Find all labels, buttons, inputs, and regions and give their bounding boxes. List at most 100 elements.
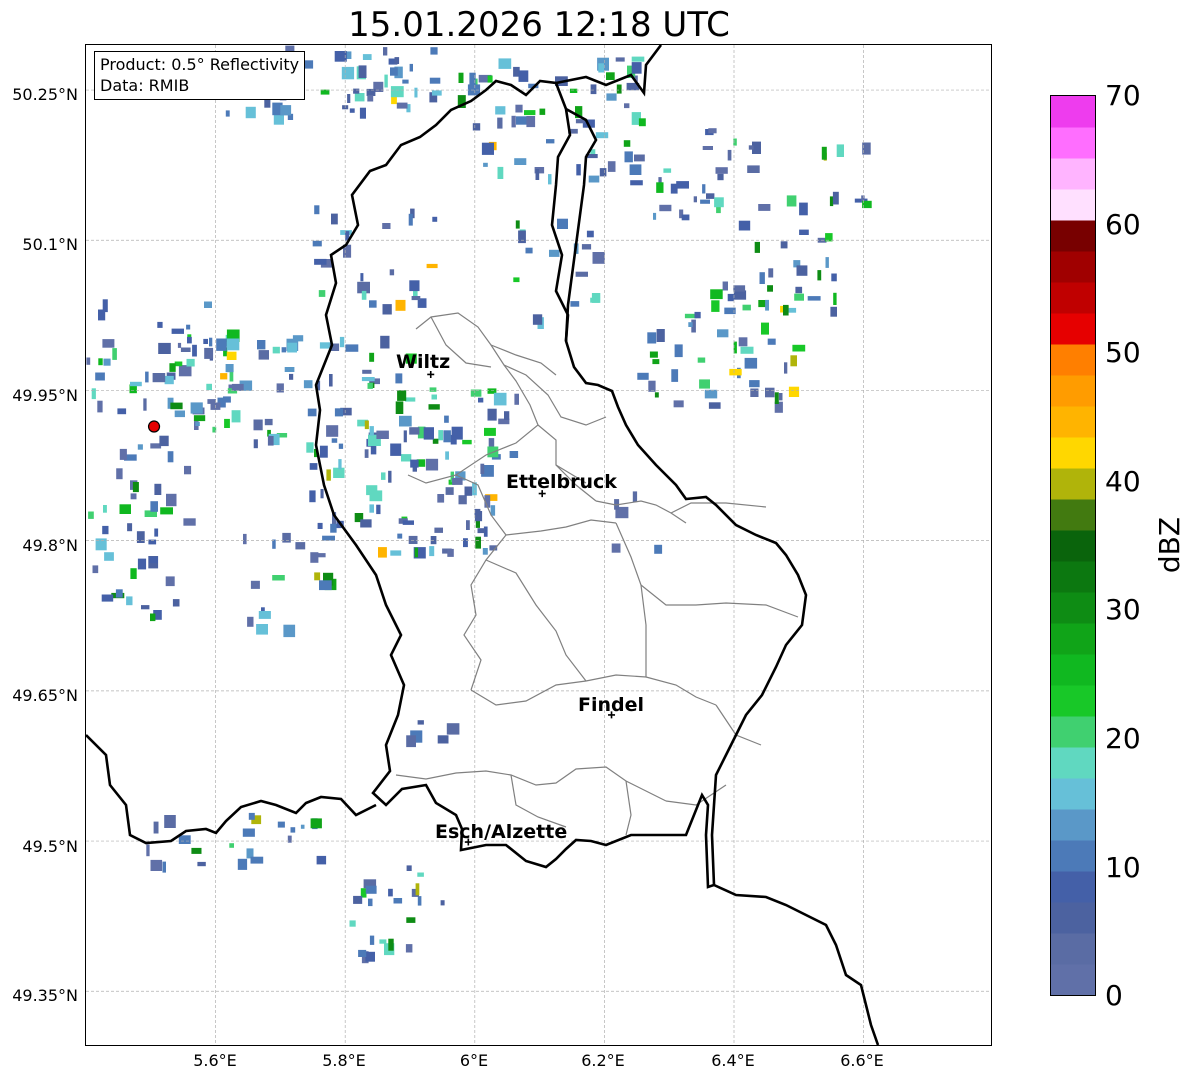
radar-echo-cell [318,290,326,297]
radar-echo-cell [482,548,488,555]
radar-echo-cell [606,93,617,101]
radar-echo-cell [616,84,622,94]
radar-echo-cell [250,580,260,589]
radar-echo-cell [224,418,230,428]
radar-echo-cell [526,116,536,128]
radar-echo-cell [697,357,706,363]
radar-echo-cell [227,338,240,351]
radar-echo-cell [569,88,578,93]
product-info-box: Product: 0.5° Reflectivity Data: RMIB [94,51,306,100]
radar-echo-cell [364,449,369,458]
lon-tick-label: 6°E [459,1051,489,1070]
radar-echo-cell [98,309,106,321]
radar-echo-cell [634,154,645,162]
radar-echo-cell [409,280,420,292]
radar-echo-cell [780,241,788,249]
radar-echo-cell [383,47,388,56]
radar-echo-cell [379,939,387,944]
radar-echo-cell [395,299,406,311]
radar-echo-cell [247,616,254,627]
lon-tick-label: 6.6°E [840,1051,884,1070]
radar-echo-cell [97,400,103,413]
radar-echo-cell [656,329,665,342]
colorbar-tick-label: 40 [1105,465,1141,498]
radar-echo-cell [162,861,166,873]
radar-echo-cell [788,386,800,397]
canton-borders [395,312,799,836]
radar-echo-cell [431,394,437,400]
radar-echo-cell [119,504,131,514]
radar-echo-cell [432,216,438,222]
radar-echo-cell [319,580,332,591]
radar-echo-cell [513,277,520,283]
radar-echo-cell [174,361,183,367]
radar-echo-cell [331,438,338,443]
radar-echo-cell [178,835,191,844]
radar-echo-cell [184,465,192,475]
radar-echo-cell [702,184,706,194]
radar-echo-cell [759,272,765,284]
radar-echo-cell [192,344,197,357]
radar-echo-cell [119,448,127,460]
radar-echo-cell [258,350,269,360]
radar-echo-cell [694,311,701,319]
radar-echo-cell [160,507,173,515]
radar-echo-cell [376,504,381,515]
radar-echo-cell [575,271,588,277]
radar-echo-cell [415,883,420,896]
colorbar-tick-label: 20 [1105,722,1141,755]
radar-echo-cell [281,347,287,353]
radar-echo-cell [307,408,317,417]
canton-border-line [665,784,727,806]
radar-echo-cell [408,535,418,544]
colorbar-bin [1051,685,1095,717]
radar-echo-cell [112,348,117,360]
radar-echo-cell [341,66,355,80]
radar-echo-cell [829,196,834,207]
radar-echo-cell [790,355,797,367]
radar-echo-cell [86,357,91,365]
radar-echo-cell [693,196,697,203]
radar-echo-cell [410,459,419,468]
radar-echo-cell [514,158,527,165]
radar-echo-cell [432,90,442,96]
radar-echo-cell [382,304,392,315]
radar-echo-cell [688,322,693,327]
radar-echo-cell [629,164,642,175]
radar-echo-cell [272,346,280,354]
colorbar-bin [1051,406,1095,438]
radar-echo-cell [676,181,689,189]
lat-tick-label: 49.8°N [22,536,78,555]
radar-echo-cell [333,467,345,478]
radar-echo-cell [276,383,284,393]
radar-echo-cell [437,735,449,744]
radar-echo-cell [157,321,163,328]
radar-echo-cell [152,373,166,383]
canton-border-line [485,559,587,682]
radar-echo-cell [132,482,139,493]
lon-tick-label: 5.8°E [322,1051,366,1070]
radar-echo-cell [794,293,804,301]
lon-tick-label: 6.4°E [711,1051,755,1070]
radar-echo-cell [463,538,468,548]
radar-echo-cell [653,212,657,220]
radar-echo-cell [303,380,313,389]
radar-echo-cell [102,339,115,348]
radar-echo-cell [631,62,642,74]
radar-echo-cell [671,369,679,382]
radar-echo-cell [206,383,212,391]
radar-echo-cell [700,199,710,204]
radar-echo-cell [832,191,839,205]
radar-echo-cell [183,518,196,526]
radar-echo-cell [326,425,339,437]
radar-echo-cell [474,511,483,522]
radar-echo-cell [143,398,147,411]
radar-echo-cell [708,128,717,134]
canton-border-line [505,519,617,536]
radar-echo-cell [326,469,331,481]
radar-map[interactable] [85,44,992,1046]
radar-echo-cell [284,367,295,372]
radar-echo-cell [92,565,99,574]
radar-echo-cell [765,387,775,398]
radar-echo-cell [154,483,162,495]
